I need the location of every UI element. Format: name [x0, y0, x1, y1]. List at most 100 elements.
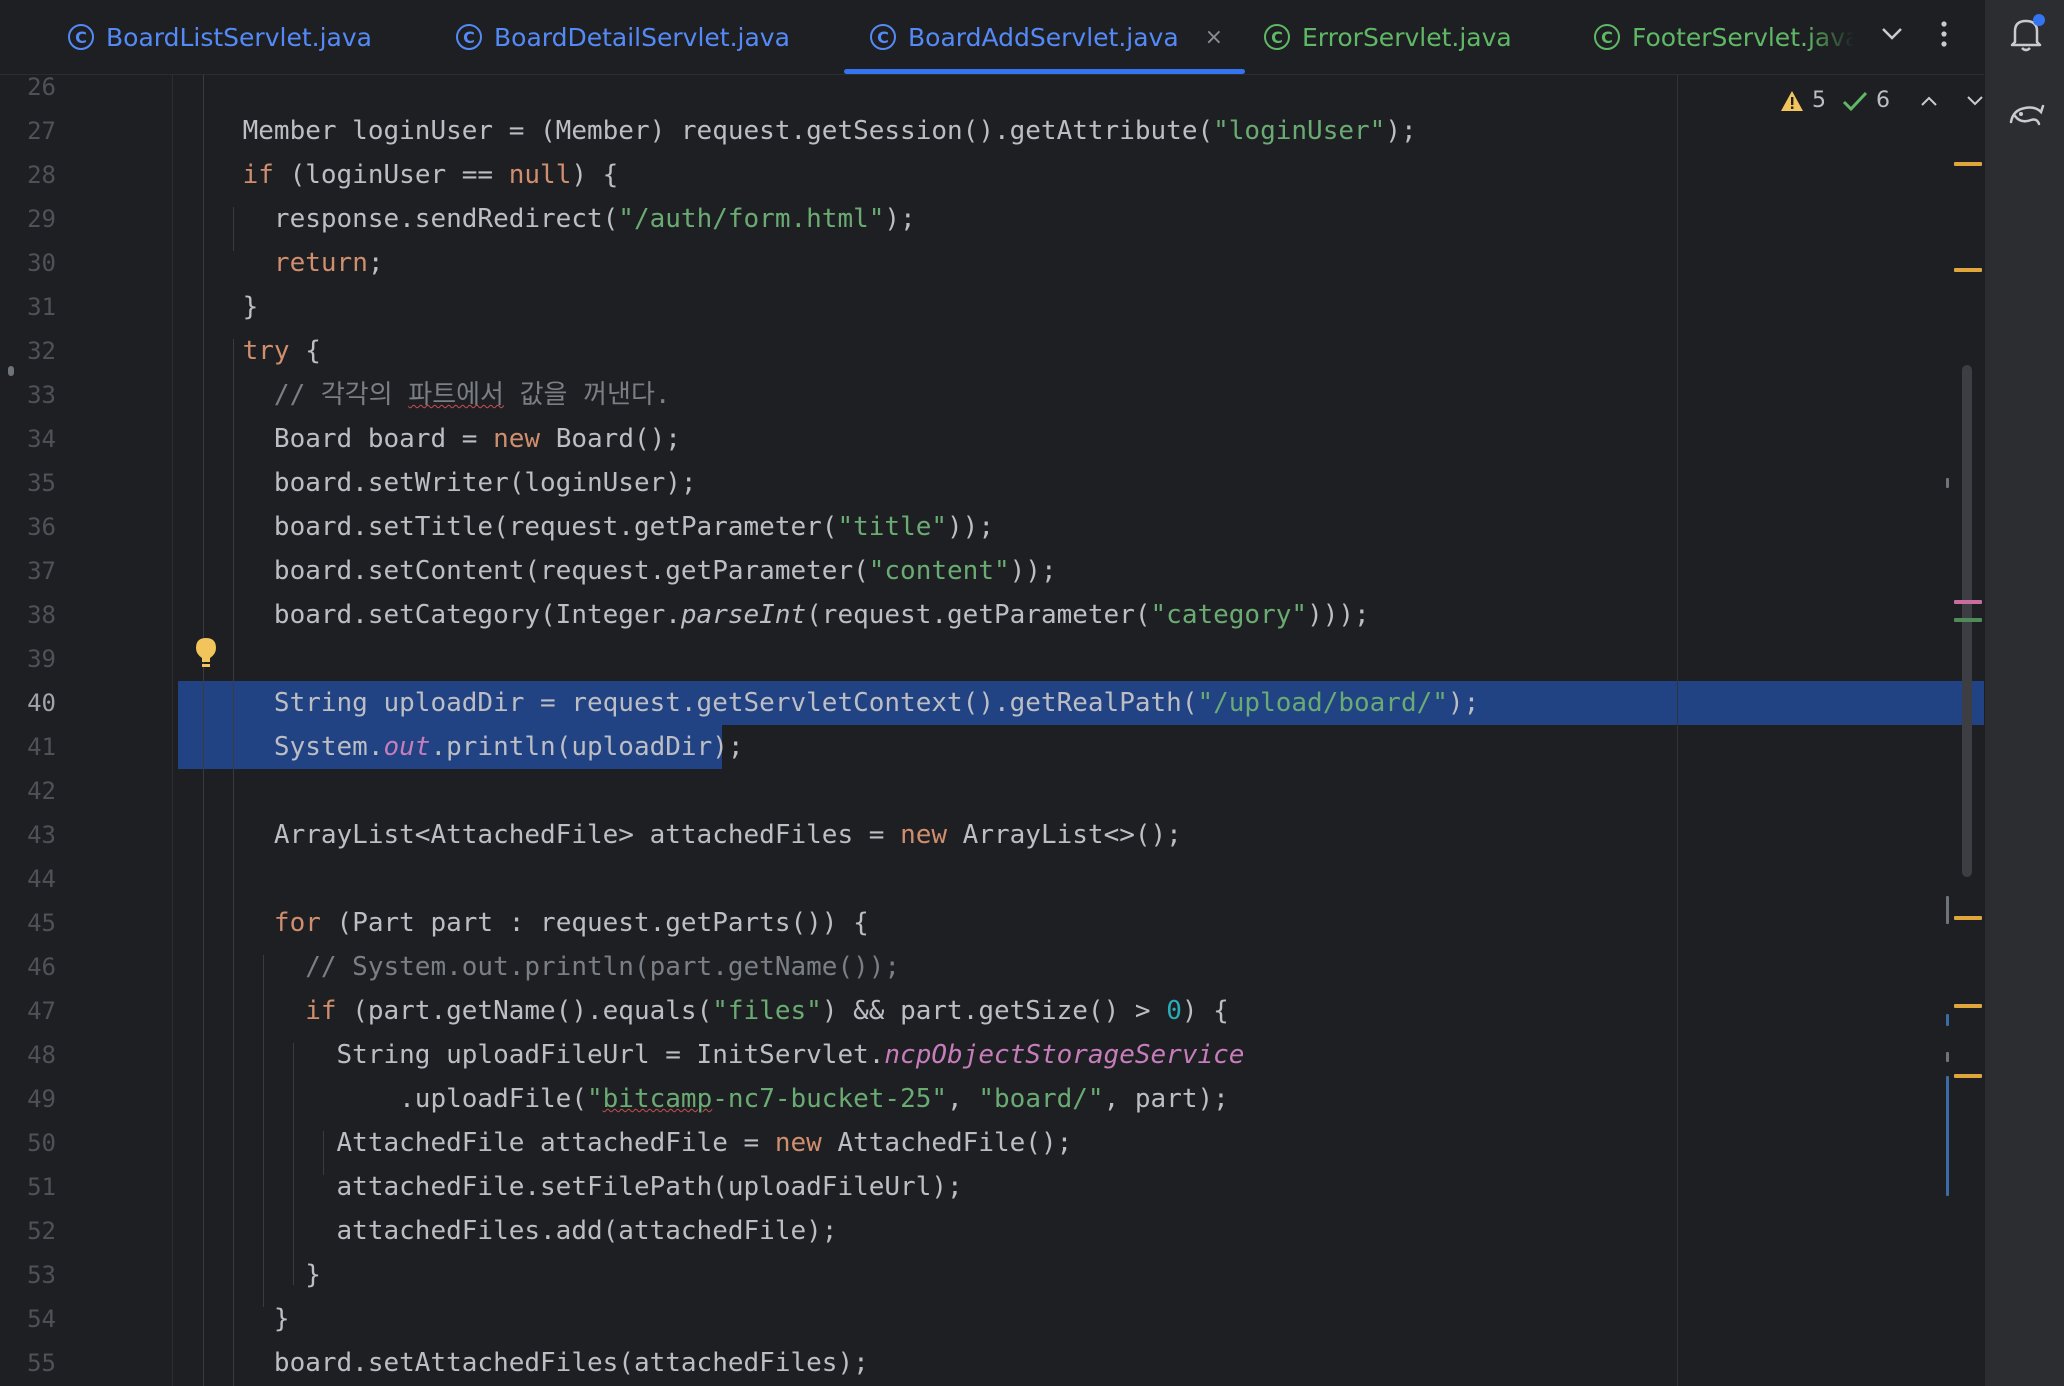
- code-line[interactable]: attachedFiles.add(attachedFile);: [180, 1209, 838, 1253]
- code-line[interactable]: String uploadFileUrl = InitServlet.ncpOb…: [180, 1033, 1245, 1077]
- code-line[interactable]: board.setAttachedFiles(attachedFiles);: [180, 1341, 869, 1385]
- code-line[interactable]: if (part.getName().equals("files") && pa…: [180, 989, 1229, 1033]
- line-number[interactable]: 41: [0, 725, 56, 769]
- code-token: );: [1447, 688, 1480, 718]
- line-number[interactable]: 40: [0, 681, 56, 725]
- code-token: if: [242, 160, 274, 190]
- code-line[interactable]: board.setWriter(loginUser);: [180, 461, 697, 505]
- code-token: parseInt: [680, 600, 807, 630]
- code-line[interactable]: attachedFile.setFilePath(uploadFileUrl);: [180, 1165, 963, 1209]
- inspection-widget[interactable]: 5 6: [1780, 88, 1984, 113]
- line-number[interactable]: 52: [0, 1209, 56, 1253]
- code-line[interactable]: board.setContent(request.getParameter("c…: [180, 549, 1057, 593]
- line-number[interactable]: 27: [0, 109, 56, 153]
- code-line[interactable]: AttachedFile attachedFile = new Attached…: [180, 1121, 1073, 1165]
- fold-marker[interactable]: [8, 366, 14, 376]
- line-number[interactable]: 36: [0, 505, 56, 549]
- line-number[interactable]: 37: [0, 549, 56, 593]
- code-line[interactable]: for (Part part : request.getParts()) {: [180, 901, 869, 945]
- code-token: board.setCategory(Integer.: [180, 600, 681, 630]
- line-number[interactable]: 44: [0, 857, 56, 901]
- code-line[interactable]: }: [180, 285, 259, 329]
- code-token: // System.out.println(part.getName());: [180, 952, 901, 982]
- code-line[interactable]: response.sendRedirect("/auth/form.html")…: [180, 197, 916, 241]
- line-number[interactable]: 45: [0, 901, 56, 945]
- line-number[interactable]: 46: [0, 945, 56, 989]
- code-line[interactable]: .uploadFile("bitcamp-nc7-bucket-25", "bo…: [180, 1077, 1229, 1121]
- ai-assistant-icon[interactable]: [2005, 94, 2047, 136]
- code-token: new: [900, 820, 948, 850]
- code-line[interactable]: board.setTitle(request.getParameter("tit…: [180, 505, 994, 549]
- code-token: "content": [868, 556, 1010, 586]
- line-number[interactable]: 28: [0, 153, 56, 197]
- line-number[interactable]: 39: [0, 637, 56, 681]
- line-number[interactable]: 51: [0, 1165, 56, 1209]
- vcs-change-mark: [1946, 1076, 1949, 1196]
- code-token: );: [884, 204, 916, 234]
- line-number[interactable]: 55: [0, 1341, 56, 1385]
- code-editor[interactable]: Member loginUser = (Member) request.getS…: [173, 75, 1984, 1386]
- line-number[interactable]: 29: [0, 197, 56, 241]
- warning-stripe-mark[interactable]: [1954, 1074, 1982, 1078]
- code-line[interactable]: return;: [180, 241, 384, 285]
- line-number-gutter[interactable]: 26 27 28 29 30 31 32 33 34 35 36 37 38 39 40 41 42 43 44 45…: [0, 73, 173, 1386]
- line-number[interactable]: 30: [0, 241, 56, 285]
- error-stripe-mark[interactable]: [1954, 600, 1982, 604]
- line-number[interactable]: 54: [0, 1297, 56, 1341]
- line-number[interactable]: 48: [0, 1033, 56, 1077]
- tab-board-detail-servlet[interactable]: C BoardDetailServlet.java: [456, 0, 790, 74]
- code-token: 0: [1166, 996, 1182, 1026]
- code-line[interactable]: Board board = new Board();: [180, 417, 681, 461]
- code-line[interactable]: try {: [180, 329, 321, 373]
- tab-label: FooterServlet.java: [1632, 22, 1854, 52]
- line-number[interactable]: 38: [0, 593, 56, 637]
- warning-stripe-mark[interactable]: [1954, 1004, 1982, 1008]
- warning-stripe-mark[interactable]: [1954, 162, 1982, 166]
- close-icon[interactable]: ×: [1205, 25, 1223, 50]
- code-line[interactable]: // 각각의 파트에서 값을 꺼낸다.: [180, 373, 671, 417]
- more-vertical-icon[interactable]: [1924, 14, 1964, 54]
- code-token: ));: [947, 512, 994, 542]
- chevron-down-icon[interactable]: [1872, 14, 1912, 54]
- line-number[interactable]: 35: [0, 461, 56, 505]
- code-line[interactable]: String uploadDir = request.getServletCon…: [180, 681, 1479, 725]
- warning-stripe-mark[interactable]: [1954, 916, 1982, 920]
- code-token: (part.getName().equals(: [336, 996, 713, 1026]
- code-line[interactable]: Member loginUser = (Member) request.getS…: [180, 109, 1417, 153]
- warning-stripe-mark[interactable]: [1954, 268, 1982, 272]
- tab-board-add-servlet[interactable]: C BoardAddServlet.java ×: [843, 0, 1246, 74]
- code-token: }: [180, 1304, 290, 1334]
- tab-board-list-servlet[interactable]: C BoardListServlet.java: [68, 0, 372, 74]
- code-line[interactable]: ArrayList<AttachedFile> attachedFiles = …: [180, 813, 1182, 857]
- chevron-up-icon[interactable]: [1920, 95, 1938, 107]
- code-line[interactable]: if (loginUser == null) {: [180, 153, 619, 197]
- line-number[interactable]: 34: [0, 417, 56, 461]
- line-number[interactable]: 31: [0, 285, 56, 329]
- code-line[interactable]: System.out.println(uploadDir);: [180, 725, 744, 769]
- code-token: if: [305, 996, 337, 1026]
- code-line[interactable]: }: [180, 1297, 290, 1341]
- code-token: "category": [1150, 600, 1308, 630]
- line-number[interactable]: 50: [0, 1121, 56, 1165]
- code-token: attachedFiles.add(attachedFile);: [180, 1216, 838, 1246]
- line-number[interactable]: 42: [0, 769, 56, 813]
- notifications-bell-icon[interactable]: [2005, 12, 2047, 54]
- line-number[interactable]: 43: [0, 813, 56, 857]
- line-number[interactable]: 33: [0, 373, 56, 417]
- code-line[interactable]: // System.out.println(part.getName());: [180, 945, 900, 989]
- line-number[interactable]: 49: [0, 1077, 56, 1121]
- class-icon: C: [1264, 24, 1290, 50]
- tab-footer-servlet[interactable]: C FooterServlet.java: [1594, 0, 1854, 74]
- code-line[interactable]: board.setCategory(Integer.parseInt(reque…: [180, 593, 1370, 637]
- code-token: .uploadFile(: [180, 1084, 587, 1114]
- chevron-down-icon[interactable]: [1966, 95, 1984, 107]
- tab-error-servlet[interactable]: C ErrorServlet.java: [1264, 0, 1512, 74]
- lightbulb-icon[interactable]: [193, 636, 219, 670]
- ok-stripe-mark[interactable]: [1954, 618, 1982, 622]
- line-number[interactable]: 47: [0, 989, 56, 1033]
- code-line[interactable]: }: [180, 1253, 321, 1297]
- line-number[interactable]: 26: [0, 65, 56, 109]
- line-number[interactable]: 53: [0, 1253, 56, 1297]
